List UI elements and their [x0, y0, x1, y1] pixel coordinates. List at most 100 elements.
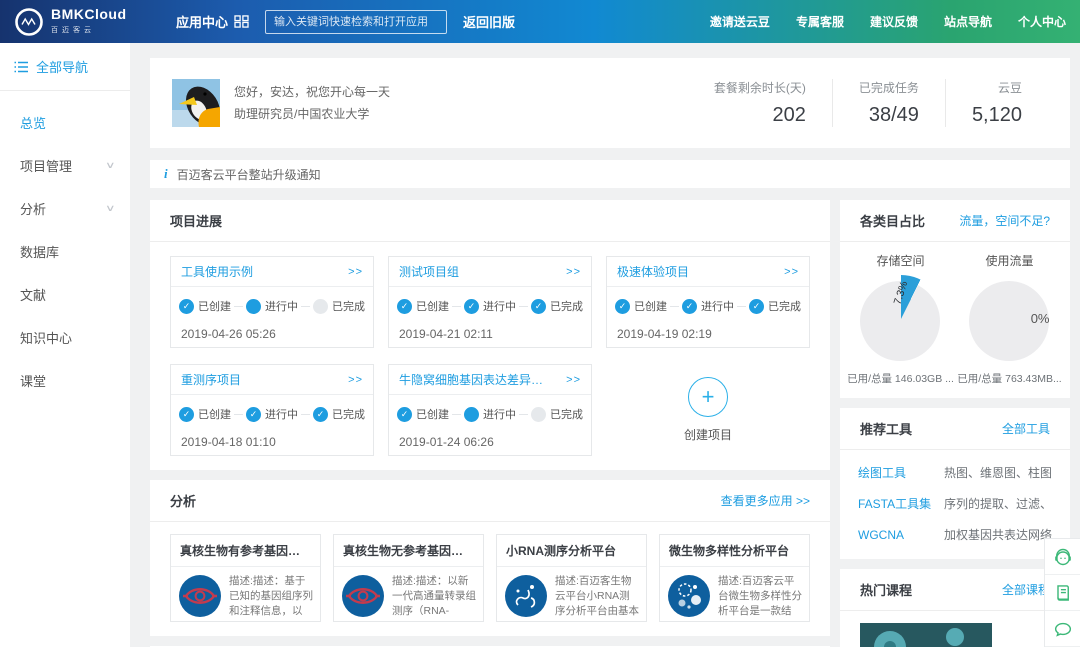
app-title-link[interactable]: 真核生物有参考基因组的转录... — [171, 535, 320, 567]
sidebar-item-project-management[interactable]: 项目管理 ∨ — [0, 144, 130, 187]
stat-completed-tasks: 已完成任务 38/49 — [832, 79, 945, 127]
sidebar-item-overview[interactable]: 总览 — [0, 101, 130, 144]
storage-pie-chart[interactable]: 7.3% — [857, 275, 945, 363]
project-date: 2019-04-18 01:10 — [171, 422, 373, 449]
project-title-link[interactable]: 工具使用示例 — [181, 263, 253, 280]
bmkcloud-logo[interactable]: BMKCloud 百迈客云 — [14, 7, 164, 37]
nav-invite-beans[interactable]: 邀请送云豆 — [710, 13, 770, 30]
rnaseq-denovo-icon — [341, 574, 385, 618]
stat-package-days: 套餐剩余时长(天) 202 — [688, 79, 832, 127]
nav-feedback[interactable]: 建议反馈 — [870, 13, 918, 30]
project-progress-panel: 项目进展 工具使用示例 >> 已创建 进行中 已完成 2019-04-2 — [150, 200, 830, 470]
app-card: 真核生物无参考基因组的转录... 描述:描述：以新一代高通量转录组测序（RNA-… — [333, 534, 484, 622]
status-inprogress-icon — [464, 407, 479, 422]
sidebar-item-classroom[interactable]: 课堂 — [0, 359, 130, 402]
recommended-tools-panel: 推荐工具 全部工具 绘图工具 热图、维恩图、柱图... FASTA工具集 序列的… — [840, 408, 1070, 559]
tool-link-fasta[interactable]: FASTA工具集 — [858, 495, 944, 512]
floating-toolbar — [1044, 538, 1080, 647]
project-card: 极速体验项目 >> 已创建 进行中 已完成 2019-04-19 02:19 — [606, 256, 810, 348]
app-card: 真核生物有参考基因组的转录... 描述:描述：基于已知的基因组序列和注释信息，以… — [170, 534, 321, 622]
tool-link-wgcna[interactable]: WGCNA — [858, 528, 944, 542]
welcome-greeting: 您好，安达，祝您开心每一天 — [234, 81, 390, 103]
storage-label: 存储空间 — [846, 252, 955, 269]
status-created-icon — [397, 407, 412, 422]
storage-caption: 已用/总量 146.03GB ... — [846, 371, 955, 386]
analysis-panel: 分析 查看更多应用 >> 真核生物有参考基因组的转录... — [150, 480, 830, 636]
project-more-link[interactable]: >> — [566, 266, 581, 278]
sidebar-item-literature[interactable]: 文献 — [0, 273, 130, 316]
category-usage-panel: 各类目占比 流量，空间不足? 存储空间 7.3% 已用/总量 146.03GB … — [840, 200, 1070, 398]
status-created-icon — [179, 299, 194, 314]
grid-icon — [234, 15, 249, 28]
chevron-down-icon: ∨ — [105, 160, 116, 171]
app-center-label: 应用中心 — [176, 12, 228, 31]
app-description: 描述:百迈客生物云平台小RNA测序分析平台由基本分... — [555, 574, 639, 619]
notice-bar[interactable]: i 百迈客云平台整站升级通知 — [150, 160, 1070, 188]
sidebar-item-database[interactable]: 数据库 — [0, 230, 130, 273]
app-title-link[interactable]: 真核生物无参考基因组的转录... — [334, 535, 483, 567]
status-inprogress-icon — [682, 299, 697, 314]
status-inprogress-icon — [246, 407, 261, 422]
app-title-link[interactable]: 小RNA测序分析平台 — [497, 535, 646, 567]
app-description: 描述:描述：基于已知的基因组序列和注释信息，以新... — [229, 574, 313, 619]
status-inprogress-icon — [246, 299, 261, 314]
view-more-apps-link[interactable]: 查看更多应用 >> — [721, 492, 810, 509]
project-more-link[interactable]: >> — [348, 266, 363, 278]
status-completed-icon — [531, 407, 546, 422]
traffic-pie-chart[interactable]: 0% — [966, 275, 1054, 363]
project-title-link[interactable]: 牛隐窝细胞基因表达差异分... — [399, 371, 549, 388]
storage-pie-section: 存储空间 7.3% 已用/总量 146.03GB ... — [846, 252, 955, 386]
sidebar-all-nav-button[interactable]: 全部导航 — [0, 43, 130, 91]
app-center-button[interactable]: 应用中心 — [176, 12, 249, 31]
project-card: 测试项目组 >> 已创建 进行中 已完成 2019-04-21 02:11 — [388, 256, 592, 348]
tool-row: 绘图工具 热图、维恩图、柱图... — [858, 464, 1052, 481]
menu-icon — [14, 61, 28, 73]
welcome-role: 助理研究员/中国农业大学 — [234, 103, 390, 125]
sidebar-item-analysis[interactable]: 分析 ∨ — [0, 187, 130, 230]
project-date: 2019-04-19 02:19 — [607, 314, 809, 341]
info-icon: i — [164, 166, 168, 182]
course-thumbnail[interactable]: 微生物多样性分析平台使用教程 — [860, 623, 992, 647]
back-to-old-version-button[interactable]: 返回旧版 — [463, 12, 515, 31]
project-title-link[interactable]: 测试项目组 — [399, 263, 459, 280]
nav-site-map[interactable]: 站点导航 — [944, 13, 992, 30]
tool-link-drawing[interactable]: 绘图工具 — [858, 464, 944, 481]
handbook-button[interactable] — [1045, 575, 1080, 611]
project-card: 重测序项目 >> 已创建 进行中 已完成 2019-04-18 01:10 — [170, 364, 374, 456]
project-progress-title: 项目进展 — [170, 211, 222, 230]
message-button[interactable] — [1045, 611, 1080, 647]
project-more-link[interactable]: >> — [566, 374, 581, 386]
create-project-button[interactable]: + 创建项目 — [606, 364, 810, 456]
rnaseq-ref-icon — [178, 574, 222, 618]
chat-icon — [1053, 619, 1073, 639]
status-created-icon — [615, 299, 630, 314]
project-card: 牛隐窝细胞基因表达差异分... >> 已创建 进行中 已完成 2019-01-2… — [388, 364, 592, 456]
project-title-link[interactable]: 极速体验项目 — [617, 263, 689, 280]
main-content: 您好，安达，祝您开心每一天 助理研究员/中国农业大学 套餐剩余时长(天) 202… — [140, 43, 1080, 647]
app-title-link[interactable]: 微生物多样性分析平台 — [660, 535, 809, 567]
quota-shortage-link[interactable]: 流量，空间不足? — [959, 212, 1050, 229]
avatar[interactable] — [172, 79, 220, 127]
nav-customer-service[interactable]: 专属客服 — [796, 13, 844, 30]
penguin-avatar-image — [172, 79, 220, 127]
tools-title: 推荐工具 — [860, 419, 912, 438]
all-courses-link[interactable]: 全部课程 — [1002, 581, 1050, 598]
status-created-icon — [179, 407, 194, 422]
top-header: BMKCloud 百迈客云 应用中心 返回旧版 邀请送云豆 专属客服 建议反馈 … — [0, 0, 1080, 43]
project-card: 工具使用示例 >> 已创建 进行中 已完成 2019-04-26 05:26 — [170, 256, 374, 348]
nav-personal-center[interactable]: 个人中心 — [1018, 13, 1066, 30]
status-completed-icon — [313, 407, 328, 422]
tool-row: FASTA工具集 序列的提取、过滤、... — [858, 495, 1052, 512]
microbe-icon — [667, 574, 711, 618]
logo-subtitle: 百迈客云 — [51, 27, 95, 34]
all-tools-link[interactable]: 全部工具 — [1002, 420, 1050, 437]
project-title-link[interactable]: 重测序项目 — [181, 371, 241, 388]
project-more-link[interactable]: >> — [784, 266, 799, 278]
welcome-card: 您好，安达，祝您开心每一天 助理研究员/中国农业大学 套餐剩余时长(天) 202… — [150, 58, 1070, 148]
create-project-label: 创建项目 — [684, 426, 732, 443]
customer-service-button[interactable] — [1045, 539, 1080, 575]
app-card: 小RNA测序分析平台 描述:百迈客生物云平台小RNA测序分析平台由基本分... — [496, 534, 647, 622]
search-input[interactable] — [265, 10, 447, 34]
sidebar-item-knowledge-center[interactable]: 知识中心 — [0, 316, 130, 359]
project-more-link[interactable]: >> — [348, 374, 363, 386]
